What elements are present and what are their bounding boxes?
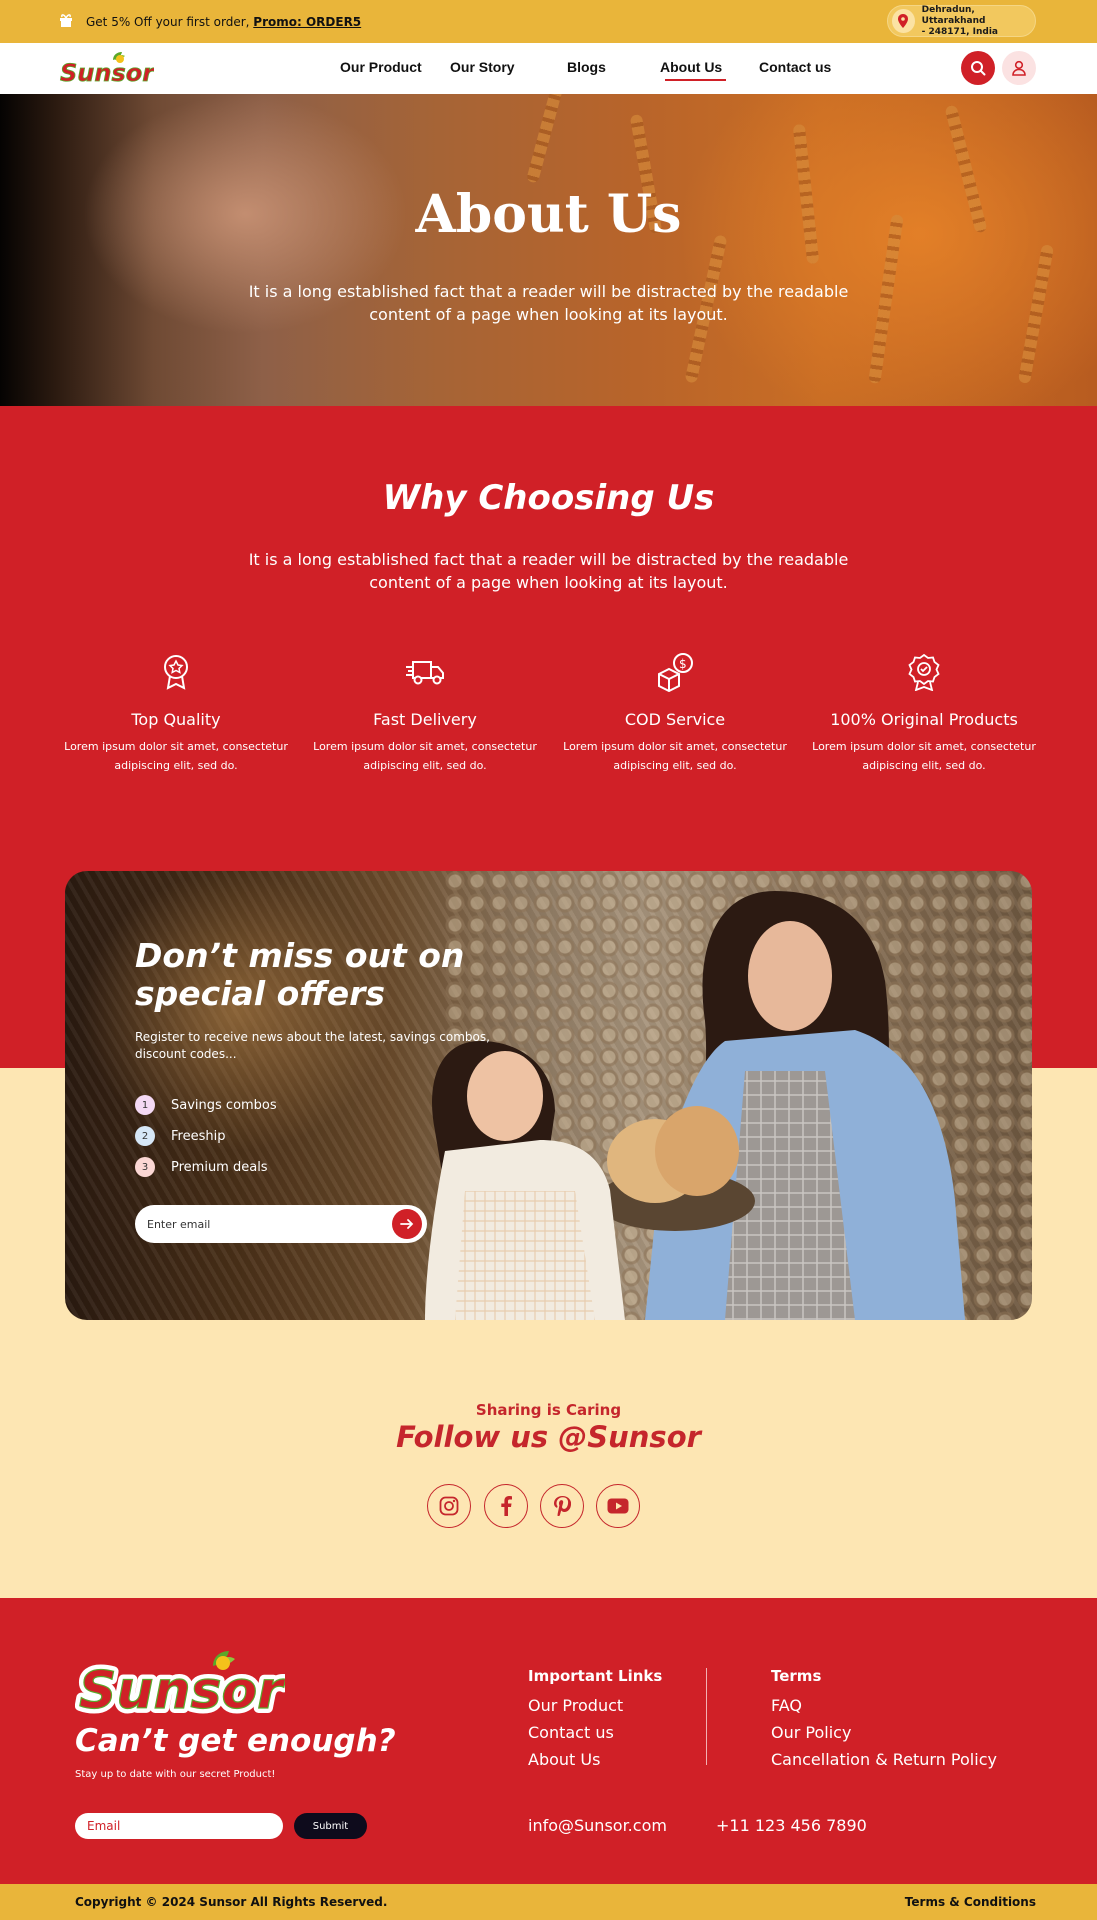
offer-subtitle: Register to receive news about the lates… — [135, 1030, 490, 1061]
feature-title: 100% Original Products — [830, 710, 1018, 729]
copyright-text: Copyright © 2024 Sunsor All Rights Reser… — [75, 1895, 388, 1909]
list-item: 1 Savings combos — [135, 1095, 277, 1115]
truck-icon — [305, 652, 545, 692]
feature-title: Fast Delivery — [373, 710, 477, 729]
why-text: It is a long established fact that a rea… — [248, 550, 849, 592]
sunsor-logo[interactable]: Sunsor Sunsor — [58, 51, 159, 90]
arrow-right-icon — [400, 1219, 414, 1229]
youtube-icon — [607, 1498, 629, 1514]
number-badge: 3 — [135, 1157, 155, 1177]
footer-link-contact-us[interactable]: Contact us — [528, 1719, 662, 1746]
feature-desc: Lorem ipsum dolor sit amet, consectetur … — [563, 740, 787, 772]
number-badge: 2 — [135, 1126, 155, 1146]
location-selector[interactable]: Dehradun, Uttarakhand - 248171, India — [887, 5, 1036, 37]
footer-link-our-product[interactable]: Our Product — [528, 1692, 662, 1719]
mother-and-daughter-image — [425, 891, 965, 1320]
feature-top-quality: Top Quality Lorem ipsum dolor sit amet, … — [56, 652, 296, 775]
offer-benefits-list: 1 Savings combos 2 Freeship 3 Premium de… — [135, 1095, 277, 1188]
main-navbar: Sunsor Sunsor Our Product Our Story Blog… — [0, 43, 1097, 94]
terms-heading: Terms — [771, 1667, 822, 1685]
gift-icon — [58, 13, 74, 30]
offer-title: Don’t miss out on special offers — [135, 937, 464, 1013]
offer-title-line2: special offers — [135, 974, 386, 1013]
important-links-column: Important Links Our Product Contact us A… — [528, 1667, 662, 1773]
list-item: 3 Premium deals — [135, 1157, 277, 1177]
list-item-label: Premium deals — [171, 1159, 268, 1175]
list-item-label: Freeship — [171, 1128, 226, 1144]
location-pin-icon — [892, 9, 915, 33]
nav-contact-us[interactable]: Contact us — [759, 59, 831, 75]
location-line1: Dehradun, Uttarakhand — [921, 4, 986, 26]
pinterest-button[interactable] — [540, 1484, 584, 1528]
footer-submit-button[interactable]: Submit — [294, 1813, 367, 1839]
promo-code[interactable]: Promo: ORDER5 — [253, 15, 361, 29]
instagram-icon — [439, 1496, 459, 1516]
follow-title: Follow us @Sunsor — [396, 1420, 701, 1454]
site-footer: Sunsor Sunsor Can’t get enough? Stay up … — [0, 1598, 1097, 1884]
footer-small-text: Stay up to date with our secret Product! — [75, 1769, 276, 1780]
account-button[interactable] — [1002, 51, 1036, 85]
feature-desc: Lorem ipsum dolor sit amet, consectetur … — [64, 740, 288, 772]
svg-text:Sunsor: Sunsor — [60, 59, 154, 85]
feature-cod-service: $ COD Service Lorem ipsum dolor sit amet… — [555, 652, 795, 775]
search-icon — [971, 61, 986, 76]
footer-link-cancellation[interactable]: Cancellation & Return Policy — [771, 1746, 997, 1773]
svg-text:$: $ — [679, 657, 687, 671]
facebook-icon — [501, 1496, 512, 1516]
nav-our-product[interactable]: Our Product — [340, 59, 422, 75]
feature-title: COD Service — [624, 710, 726, 729]
award-icon — [56, 652, 296, 692]
footer-link-faq[interactable]: FAQ — [771, 1692, 997, 1719]
nav-blogs[interactable]: Blogs — [567, 59, 606, 75]
offer-submit-button[interactable] — [392, 1209, 422, 1239]
footer-email-link[interactable]: info@Sunsor.com — [528, 1816, 667, 1835]
important-links-heading: Important Links — [528, 1667, 663, 1685]
feature-desc: Lorem ipsum dolor sit amet, consectetur … — [812, 740, 1036, 772]
nav-our-story[interactable]: Our Story — [450, 59, 515, 75]
footer-phone-link[interactable]: +11 123 456 7890 — [716, 1816, 867, 1835]
footer-divider — [706, 1668, 707, 1765]
youtube-button[interactable] — [596, 1484, 640, 1528]
why-title: Why Choosing Us — [382, 478, 715, 518]
promo-text: Get 5% Off your first order, — [86, 14, 250, 29]
feature-original-products: 100% Original Products Lorem ipsum dolor… — [804, 652, 1044, 775]
feature-desc: Lorem ipsum dolor sit amet, consectetur … — [313, 740, 537, 772]
offer-title-line1: Don’t miss out on — [135, 936, 465, 975]
special-offers-card: Don’t miss out on special offers Registe… — [65, 871, 1032, 1320]
terms-column: Terms FAQ Our Policy Cancellation & Retu… — [771, 1667, 997, 1773]
pinterest-icon — [554, 1496, 571, 1516]
list-item-label: Savings combos — [171, 1097, 277, 1113]
hero-banner: About Us It is a long established fact t… — [0, 94, 1097, 406]
user-icon — [1012, 60, 1026, 76]
footer-link-our-policy[interactable]: Our Policy — [771, 1719, 997, 1746]
promo-bar: Get 5% Off your first order, Promo: ORDE… — [0, 0, 1097, 43]
search-button[interactable] — [961, 51, 995, 85]
feature-fast-delivery: Fast Delivery Lorem ipsum dolor sit amet… — [305, 652, 545, 775]
hero-title: About Us — [415, 184, 682, 245]
instagram-button[interactable] — [427, 1484, 471, 1528]
offer-email-input[interactable]: Enter email — [135, 1205, 427, 1243]
facebook-button[interactable] — [484, 1484, 528, 1528]
cod-box-icon: $ — [555, 652, 795, 692]
sunsor-footer-logo[interactable]: Sunsor Sunsor — [74, 1648, 291, 1726]
nav-about-us[interactable]: About Us — [660, 59, 727, 81]
promo-message: Get 5% Off your first order, Promo: ORDE… — [58, 13, 361, 30]
footer-email-input[interactable]: Email — [75, 1813, 283, 1839]
svg-text:Sunsor: Sunsor — [79, 1661, 285, 1718]
list-item: 2 Freeship — [135, 1126, 277, 1146]
original-badge-icon — [804, 652, 1044, 692]
location-line2: - 248171, India — [921, 26, 998, 37]
number-badge: 1 — [135, 1095, 155, 1115]
follow-kicker: Sharing is Caring — [475, 1401, 622, 1419]
terms-conditions-link[interactable]: Terms & Conditions — [905, 1895, 1036, 1909]
footer-link-about-us[interactable]: About Us — [528, 1746, 662, 1773]
feature-title: Top Quality — [131, 710, 221, 729]
footer-tagline: Can’t get enough? — [75, 1723, 396, 1759]
hero-text: It is a long established fact that a rea… — [248, 282, 849, 324]
copyright-bar: Copyright © 2024 Sunsor All Rights Reser… — [0, 1884, 1097, 1920]
